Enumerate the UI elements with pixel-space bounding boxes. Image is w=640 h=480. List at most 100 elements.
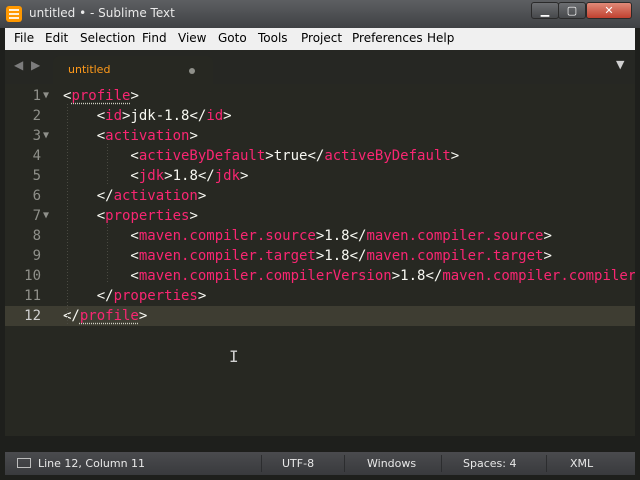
code-token: < bbox=[63, 148, 139, 164]
code-line[interactable]: 2 <id>jdk-1.8</id> bbox=[5, 106, 635, 126]
maximize-button[interactable]: ▢ bbox=[558, 2, 586, 19]
code-line[interactable]: 8 <maven.compiler.source>1.8</maven.comp… bbox=[5, 226, 635, 246]
xml-tag-name: profile bbox=[71, 88, 131, 104]
code-token: > bbox=[543, 248, 552, 264]
code-token: </ bbox=[63, 308, 80, 324]
tab-bar: ◀ ▶ untitled ▼ bbox=[5, 50, 635, 84]
line-number: 9 bbox=[32, 248, 41, 264]
code-token: < bbox=[63, 108, 106, 124]
code-line[interactable]: 9 <maven.compiler.target>1.8</maven.comp… bbox=[5, 246, 635, 266]
code-text: </activation> bbox=[63, 186, 207, 206]
code-token: > bbox=[189, 128, 198, 144]
code-line[interactable]: 11 </properties> bbox=[5, 286, 635, 306]
code-token: > bbox=[130, 88, 139, 104]
panel-toggle-icon[interactable] bbox=[17, 458, 31, 468]
code-text: <id>jdk-1.8</id> bbox=[63, 106, 232, 126]
fold-arrow-icon[interactable]: ▼ bbox=[43, 86, 49, 106]
code-token: > bbox=[138, 308, 148, 324]
status-divider bbox=[441, 455, 442, 472]
code-line[interactable]: 1 ▼ <profile> bbox=[5, 86, 635, 106]
line-number: 2 bbox=[32, 108, 41, 124]
menu-preferences[interactable]: Preferences bbox=[352, 31, 423, 45]
code-line[interactable]: 7 ▼ <properties> bbox=[5, 206, 635, 226]
line-number: 10 bbox=[24, 268, 41, 284]
fold-arrow-icon[interactable]: ▼ bbox=[43, 206, 49, 226]
status-divider bbox=[546, 455, 547, 472]
line-number: 1 bbox=[32, 88, 41, 104]
code-token: < bbox=[63, 268, 139, 284]
code-line[interactable]: 4 <activeByDefault>true</activeByDefault… bbox=[5, 146, 635, 166]
cursor-position: Line 12, Column 11 bbox=[38, 457, 146, 470]
xml-tag-name: profile bbox=[79, 308, 139, 324]
code-text: <properties> bbox=[63, 206, 198, 226]
line-number: 3 bbox=[32, 128, 41, 144]
xml-tag-name: maven.compiler.compilerVersion bbox=[138, 268, 392, 284]
line-number: 6 bbox=[32, 188, 41, 204]
line-number: 7 bbox=[32, 208, 41, 224]
xml-tag-name: activeByDefault bbox=[324, 148, 451, 164]
code-line[interactable]: 12 </profile> bbox=[5, 306, 635, 326]
code-text: </profile> bbox=[63, 306, 147, 326]
code-token: > bbox=[189, 208, 198, 224]
xml-tag-name: activation bbox=[105, 128, 190, 144]
code-line[interactable]: 5 <jdk>1.8</jdk> bbox=[5, 166, 635, 186]
minimize-button[interactable]: ▁ bbox=[531, 2, 559, 19]
line-endings-selector[interactable]: Windows bbox=[367, 457, 416, 470]
indent-guide bbox=[107, 144, 108, 184]
code-text: <maven.compiler.source>1.8</maven.compil… bbox=[63, 226, 551, 246]
menu-selection[interactable]: Selection bbox=[80, 31, 135, 45]
code-token: < bbox=[63, 128, 106, 144]
menu-find[interactable]: Find bbox=[142, 31, 167, 45]
indentation-selector[interactable]: Spaces: 4 bbox=[463, 457, 516, 470]
sublime-text-icon bbox=[6, 6, 22, 22]
status-bar: Line 12, Column 11 UTF-8 Windows Spaces:… bbox=[5, 452, 635, 475]
unsaved-dot-icon[interactable] bbox=[189, 68, 195, 74]
indent-guide bbox=[107, 224, 108, 284]
code-token: </ bbox=[63, 188, 114, 204]
menu-view[interactable]: View bbox=[178, 31, 206, 45]
menu-bar: File Edit Selection Find View Goto Tools… bbox=[5, 28, 635, 50]
tab-list-dropdown-icon[interactable]: ▼ bbox=[616, 58, 624, 71]
code-line[interactable]: 10 <maven.compiler.compilerVersion>1.8</… bbox=[5, 266, 635, 286]
tab-untitled[interactable]: untitled bbox=[53, 56, 213, 84]
menu-tools[interactable]: Tools bbox=[258, 31, 288, 45]
code-line[interactable]: 3 ▼ <activation> bbox=[5, 126, 635, 146]
code-text: <jdk>1.8</jdk> bbox=[63, 166, 248, 186]
close-button[interactable]: ✕ bbox=[586, 2, 632, 19]
code-token: >1.8</ bbox=[164, 168, 215, 184]
code-token: < bbox=[63, 168, 139, 184]
xml-tag-name: properties bbox=[113, 288, 198, 304]
line-number: 5 bbox=[32, 168, 41, 184]
menu-goto[interactable]: Goto bbox=[218, 31, 247, 45]
line-number: 12 bbox=[24, 308, 41, 324]
tab-label: untitled bbox=[68, 63, 111, 76]
menu-project[interactable]: Project bbox=[301, 31, 342, 45]
tab-back-icon[interactable]: ◀ bbox=[14, 58, 23, 72]
code-line[interactable]: 6 </activation> bbox=[5, 186, 635, 206]
xml-tag-name: properties bbox=[105, 208, 190, 224]
code-token: < bbox=[63, 228, 139, 244]
window-title: untitled • - Sublime Text bbox=[29, 6, 175, 20]
code-token: < bbox=[63, 208, 106, 224]
xml-tag-name: maven.compiler.target bbox=[138, 248, 316, 264]
code-editor[interactable]: 1 ▼ <profile> 2 <id>jdk-1.8</id> 3 ▼ <activat… bbox=[5, 84, 635, 436]
xml-tag-name: activation bbox=[113, 188, 198, 204]
code-text: <maven.compiler.compilerVersion>1.8</mav… bbox=[63, 266, 635, 286]
menu-file[interactable]: File bbox=[14, 31, 34, 45]
code-token: >1.8</ bbox=[315, 248, 367, 264]
code-text: <profile> bbox=[63, 86, 139, 106]
code-token: > bbox=[240, 168, 249, 184]
encoding-selector[interactable]: UTF-8 bbox=[282, 457, 314, 470]
code-text: <maven.compiler.target>1.8</maven.compil… bbox=[63, 246, 552, 266]
code-token: >true</ bbox=[265, 148, 325, 164]
syntax-selector[interactable]: XML bbox=[570, 457, 593, 470]
code-token: < bbox=[63, 248, 139, 264]
fold-arrow-icon[interactable]: ▼ bbox=[43, 126, 49, 146]
xml-tag-name: jdk bbox=[138, 168, 165, 184]
xml-tag-name: maven.compiler.target bbox=[366, 248, 544, 264]
tab-forward-icon[interactable]: ▶ bbox=[31, 58, 40, 72]
menu-help[interactable]: Help bbox=[427, 31, 454, 45]
code-token: > bbox=[197, 188, 207, 204]
xml-tag-name: maven.compiler.compilerVersion bbox=[442, 268, 635, 284]
menu-edit[interactable]: Edit bbox=[45, 31, 68, 45]
